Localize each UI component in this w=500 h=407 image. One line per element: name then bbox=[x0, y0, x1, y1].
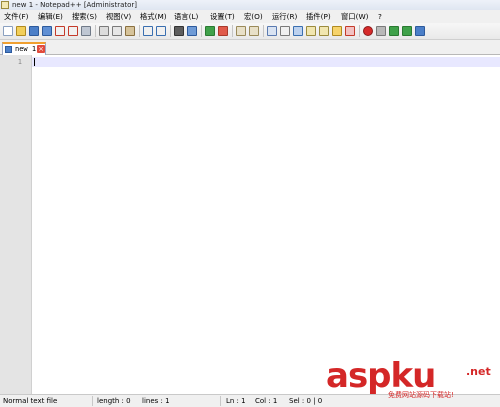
toolbar-separator bbox=[95, 25, 96, 37]
menu-help[interactable]: ? bbox=[378, 10, 382, 23]
title-bar: new 1 - Notepad++ [Administrator] bbox=[0, 0, 500, 10]
close-all-icon[interactable] bbox=[68, 26, 78, 36]
menu-file[interactable]: 文件(F) bbox=[4, 10, 28, 23]
menu-plugins[interactable]: 插件(P) bbox=[306, 10, 331, 23]
toolbar-separator bbox=[170, 25, 171, 37]
paste-icon[interactable] bbox=[125, 26, 135, 36]
indent-guide-icon[interactable] bbox=[293, 26, 303, 36]
toolbar bbox=[0, 23, 500, 40]
toolbar-separator bbox=[201, 25, 202, 37]
menu-run[interactable]: 运行(R) bbox=[272, 10, 297, 23]
stop-record-icon[interactable] bbox=[376, 26, 386, 36]
menu-search[interactable]: 搜索(S) bbox=[72, 10, 97, 23]
text-caret bbox=[34, 58, 35, 66]
zoom-in-icon[interactable] bbox=[205, 26, 215, 36]
watermark-tagline: 免费网站源码下载站! bbox=[388, 391, 454, 399]
menu-window[interactable]: 窗口(W) bbox=[341, 10, 369, 23]
unsaved-file-icon bbox=[5, 46, 12, 53]
toolbar-separator bbox=[263, 25, 264, 37]
tab-bar: new 1 × bbox=[0, 40, 500, 55]
toolbar-separator bbox=[359, 25, 360, 37]
run-macro-multiple-icon[interactable] bbox=[402, 26, 412, 36]
menu-language[interactable]: 语言(L) bbox=[174, 10, 198, 23]
copy-icon[interactable] bbox=[112, 26, 122, 36]
find-icon[interactable] bbox=[174, 26, 184, 36]
menu-macro[interactable]: 宏(O) bbox=[244, 10, 263, 23]
document-map-icon[interactable] bbox=[306, 26, 316, 36]
cut-icon[interactable] bbox=[99, 26, 109, 36]
redo-icon[interactable] bbox=[156, 26, 166, 36]
print-icon[interactable] bbox=[81, 26, 91, 36]
current-line-highlight bbox=[32, 57, 500, 67]
record-macro-icon[interactable] bbox=[363, 26, 373, 36]
toolbar-separator bbox=[139, 25, 140, 37]
menu-settings[interactable]: 设置(T) bbox=[210, 10, 235, 23]
tab-new-1[interactable]: new 1 × bbox=[2, 42, 46, 55]
show-all-chars-icon[interactable] bbox=[280, 26, 290, 36]
toolbar-separator bbox=[232, 25, 233, 37]
zoom-out-icon[interactable] bbox=[218, 26, 228, 36]
line-number: 1 bbox=[17, 58, 22, 66]
new-file-icon[interactable] bbox=[3, 26, 13, 36]
window-title: new 1 - Notepad++ [Administrator] bbox=[12, 1, 138, 9]
tab-close-icon[interactable]: × bbox=[37, 45, 45, 53]
watermark-tld: .net bbox=[466, 365, 491, 378]
status-col: Col : 1 bbox=[255, 397, 278, 405]
status-divider bbox=[220, 396, 221, 406]
menu-bar: 文件(F) 编辑(E) 搜索(S) 视图(V) 格式(M) 语言(L) 设置(T… bbox=[0, 10, 500, 23]
sync-vertical-icon[interactable] bbox=[236, 26, 246, 36]
save-macro-icon[interactable] bbox=[415, 26, 425, 36]
function-list-icon[interactable] bbox=[319, 26, 329, 36]
sync-horizontal-icon[interactable] bbox=[249, 26, 259, 36]
watermark-logo: aspku .net 免费网站源码下载站! bbox=[326, 357, 496, 403]
menu-format[interactable]: 格式(M) bbox=[140, 10, 167, 23]
line-number-gutter: 1 bbox=[0, 55, 32, 394]
status-lines: lines : 1 bbox=[142, 397, 170, 405]
notepad-app-icon bbox=[1, 1, 9, 9]
close-icon[interactable] bbox=[55, 26, 65, 36]
menu-edit[interactable]: 编辑(E) bbox=[38, 10, 63, 23]
play-macro-icon[interactable] bbox=[389, 26, 399, 36]
tab-label: new 1 bbox=[15, 45, 37, 53]
open-file-icon[interactable] bbox=[16, 26, 26, 36]
word-wrap-icon[interactable] bbox=[267, 26, 277, 36]
status-length: length : 0 bbox=[97, 397, 131, 405]
editor-area[interactable]: 1 bbox=[0, 55, 500, 394]
replace-icon[interactable] bbox=[187, 26, 197, 36]
status-language: Normal text file bbox=[3, 397, 58, 405]
save-icon[interactable] bbox=[29, 26, 39, 36]
undo-icon[interactable] bbox=[143, 26, 153, 36]
folder-as-workspace-icon[interactable] bbox=[332, 26, 342, 36]
status-ln: Ln : 1 bbox=[226, 397, 246, 405]
monitoring-icon[interactable] bbox=[345, 26, 355, 36]
status-sel: Sel : 0 | 0 bbox=[289, 397, 323, 405]
status-divider bbox=[92, 396, 93, 406]
save-all-icon[interactable] bbox=[42, 26, 52, 36]
menu-view[interactable]: 视图(V) bbox=[106, 10, 131, 23]
